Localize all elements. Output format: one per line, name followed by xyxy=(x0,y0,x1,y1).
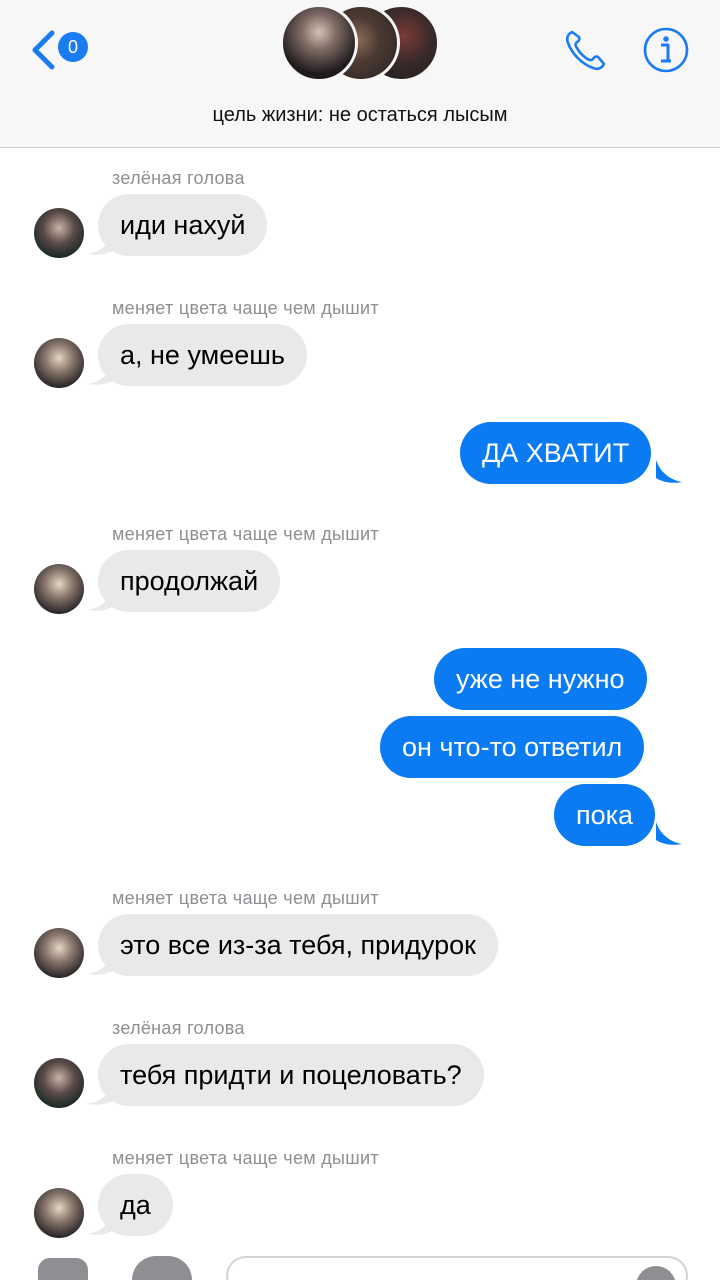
incoming-message[interactable]: тебя придти и поцеловать? xyxy=(98,1044,484,1106)
bubble-tail xyxy=(656,460,682,483)
incoming-message[interactable]: да xyxy=(98,1174,173,1236)
chevron-left-icon xyxy=(32,30,55,70)
incoming-message[interactable]: иди нахуй xyxy=(98,194,268,256)
message-input[interactable] xyxy=(226,1256,688,1280)
sender-name: меняет цвета чаще чем дышит xyxy=(112,888,379,908)
back-button[interactable]: 0 xyxy=(30,26,94,70)
message-thread[interactable]: зелёная голова иди нахуй меняет цвета ча… xyxy=(0,148,720,1280)
avatar[interactable] xyxy=(34,928,84,978)
avatar[interactable] xyxy=(34,208,84,258)
call-button[interactable] xyxy=(562,26,610,74)
avatar[interactable] xyxy=(34,1058,84,1108)
sender-name: зелёная голова xyxy=(112,1018,245,1038)
phone-icon xyxy=(565,30,606,71)
conversation-header: 0 цель жизни: не остаться лысым xyxy=(0,0,720,148)
incoming-message[interactable]: это все из-за тебя, придурок xyxy=(98,914,498,976)
message-composer xyxy=(0,1240,720,1280)
outgoing-message[interactable]: пока xyxy=(554,784,656,846)
group-avatar-1 xyxy=(280,4,358,82)
incoming-message[interactable]: продолжай xyxy=(98,550,281,612)
incoming-message[interactable]: а, не умеешь xyxy=(98,324,307,386)
info-button[interactable] xyxy=(642,26,690,74)
info-icon xyxy=(643,27,689,73)
unread-count-badge: 0 xyxy=(58,32,88,62)
avatar[interactable] xyxy=(34,338,84,388)
sender-name: меняет цвета чаще чем дышит xyxy=(112,524,379,544)
outgoing-message[interactable]: уже не нужно xyxy=(434,648,647,710)
outgoing-message[interactable]: ДА ХВАТИТ xyxy=(460,422,652,484)
sender-name: зелёная голова xyxy=(112,168,245,188)
outgoing-message[interactable]: он что-то ответил xyxy=(380,716,645,778)
app-store-icon[interactable] xyxy=(132,1256,192,1280)
avatar[interactable] xyxy=(34,1188,84,1238)
group-name[interactable]: цель жизни: не остаться лысым xyxy=(0,104,720,127)
sender-name: меняет цвета чаще чем дышит xyxy=(112,1148,379,1168)
group-avatars[interactable] xyxy=(280,4,450,84)
avatar[interactable] xyxy=(34,564,84,614)
camera-icon[interactable] xyxy=(38,1258,88,1280)
bubble-tail xyxy=(656,822,682,845)
sender-name: меняет цвета чаще чем дышит xyxy=(112,298,379,318)
